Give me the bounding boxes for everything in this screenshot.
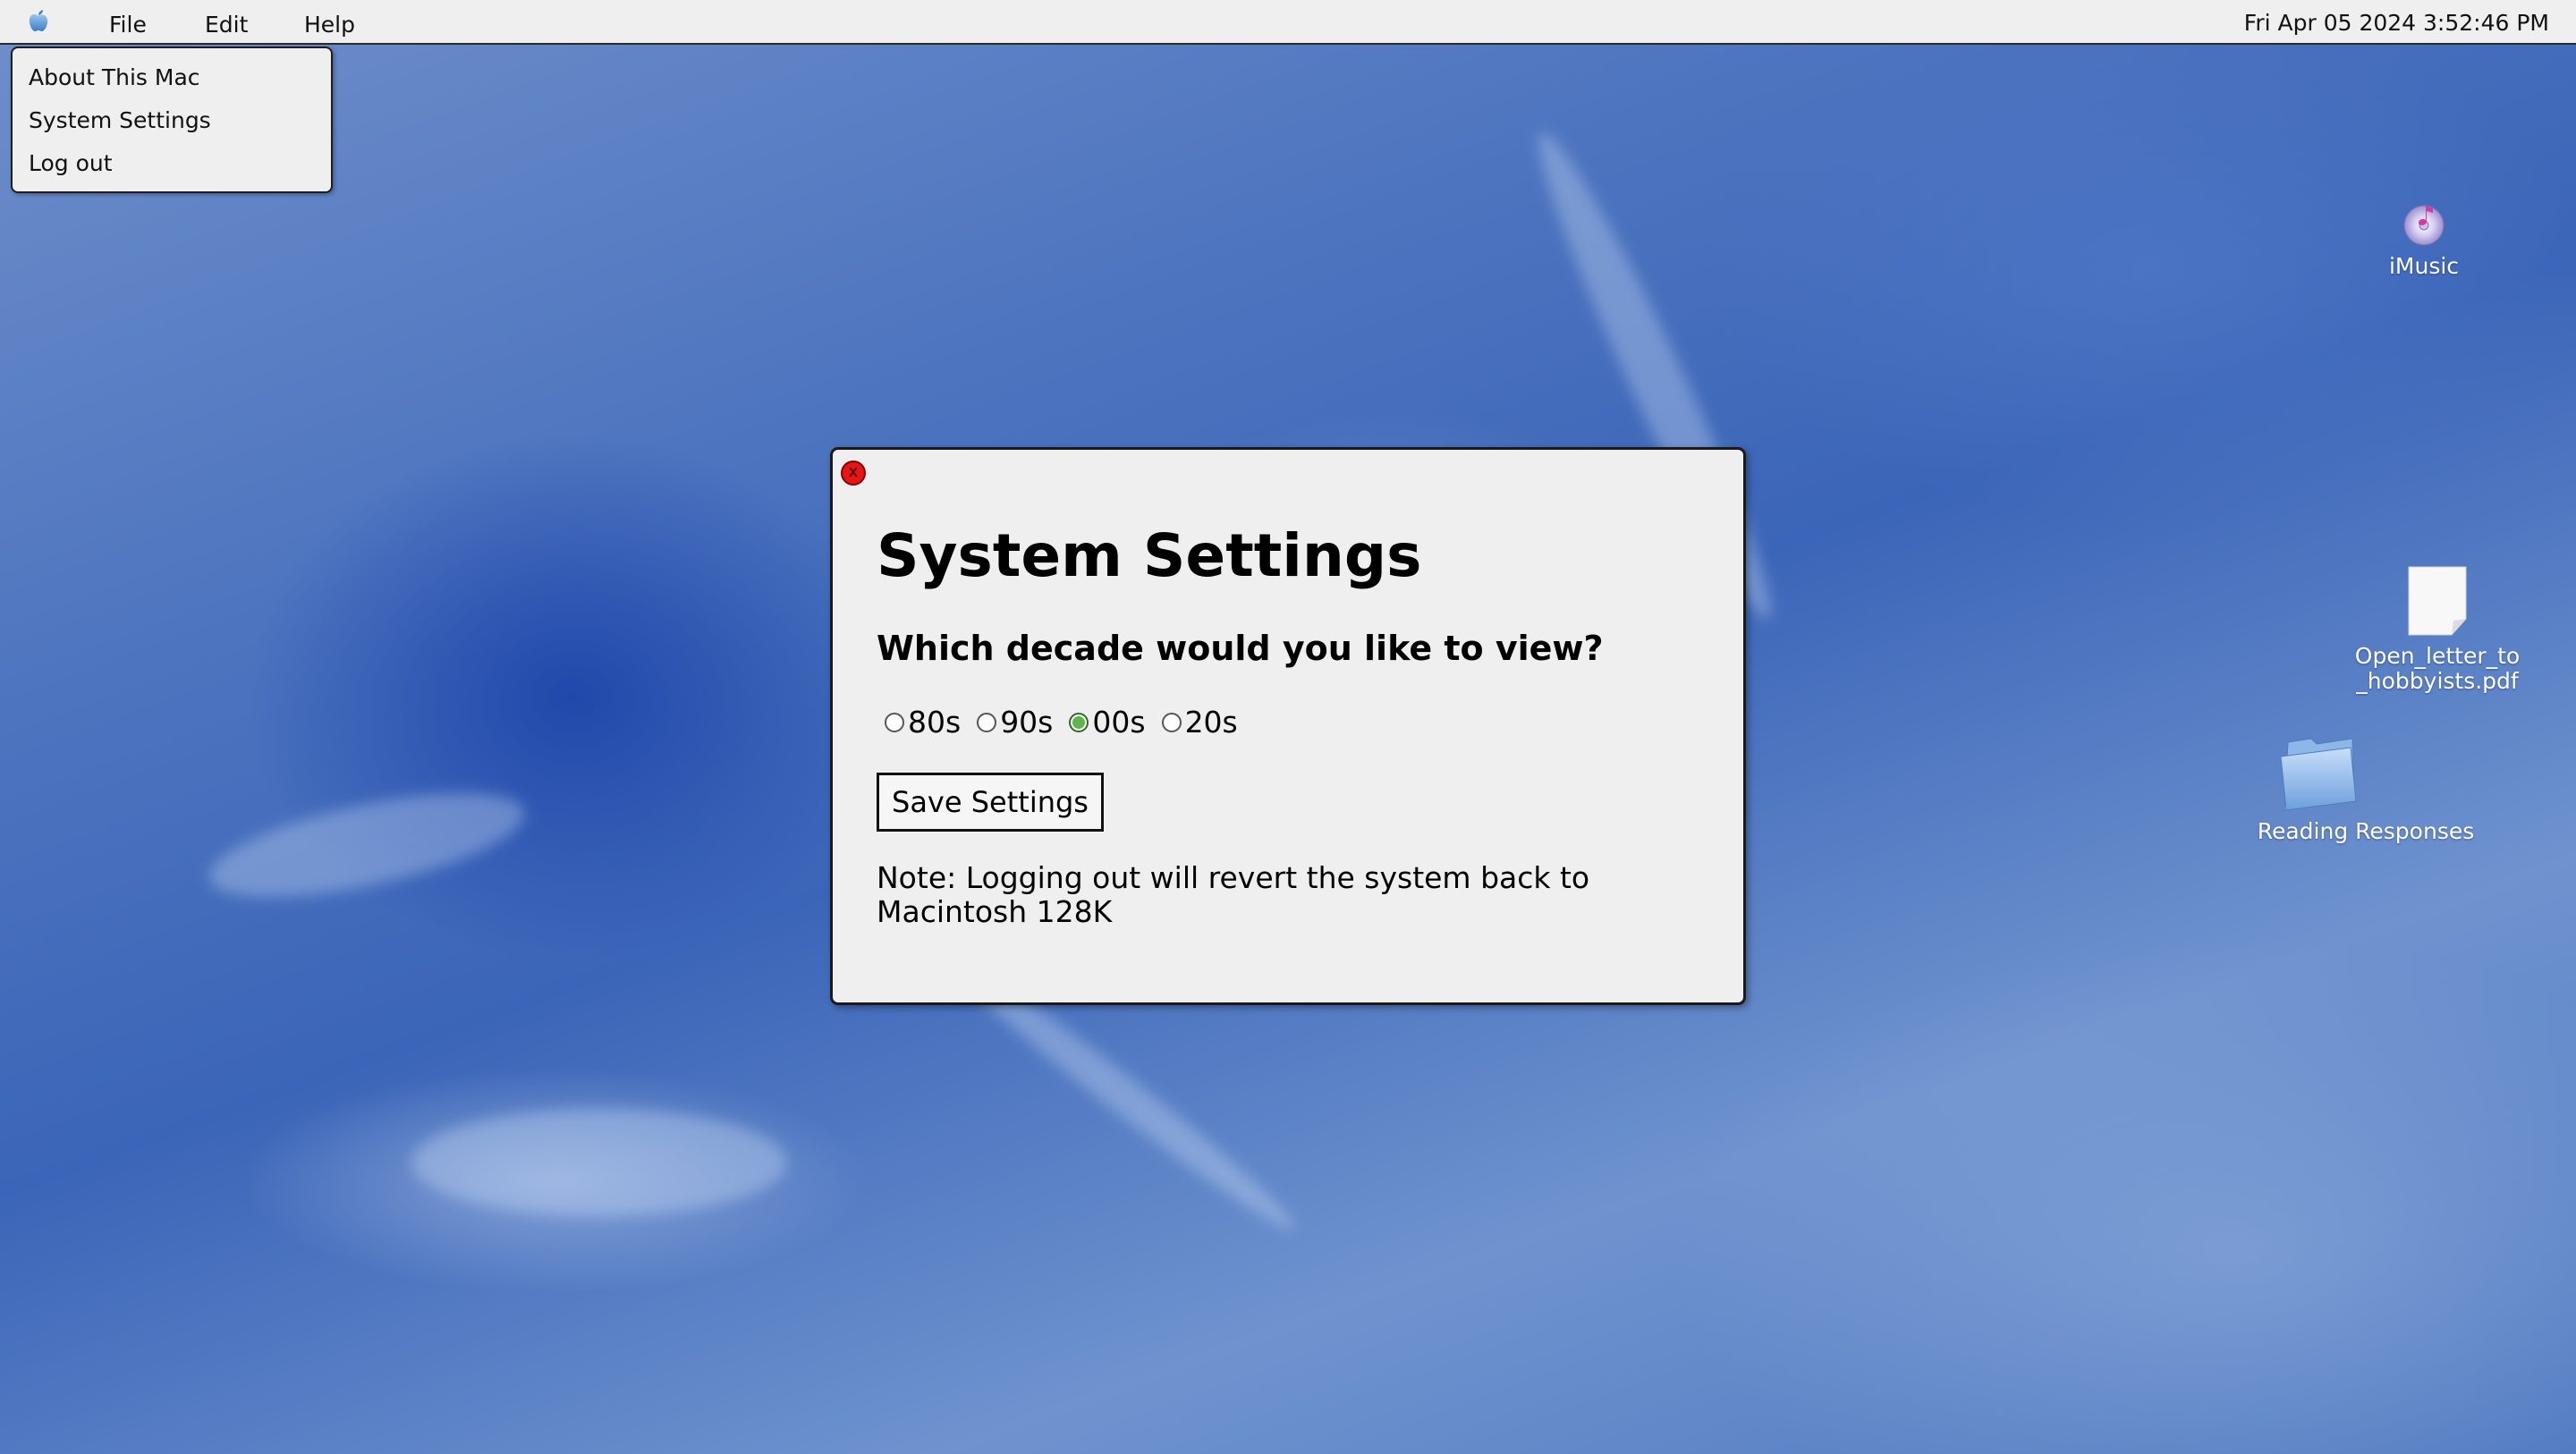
- radio-button[interactable]: [977, 712, 997, 732]
- desktop-icon-label-line1: Open_letter_to: [2354, 643, 2521, 669]
- save-settings-button[interactable]: Save Settings: [877, 773, 1104, 832]
- desktop-icon-label-line2: _hobbyists.pdf: [2356, 668, 2519, 694]
- music-cd-icon: [2403, 205, 2445, 246]
- folder-icon: [2280, 738, 2357, 811]
- decade-question: Which decade would you like to view?: [877, 629, 1604, 668]
- radio-option-20s[interactable]: 20s: [1161, 705, 1238, 740]
- radio-button[interactable]: [1161, 712, 1182, 732]
- menu-clock: Fri Apr 05 2024 3:52:46 PM: [2243, 10, 2549, 36]
- desktop-icon-folder[interactable]: Reading Responses: [2254, 735, 2478, 844]
- dialog-title: System Settings: [877, 521, 1422, 590]
- desktop-icon-label: iMusic: [2388, 253, 2460, 279]
- desktop-icon-pdf[interactable]: Open_letter_to _hobbyists.pdf: [2343, 565, 2531, 694]
- radio-option-00s[interactable]: 00s: [1069, 705, 1146, 740]
- system-settings-dialog: x System Settings Which decade would you…: [830, 447, 1746, 1005]
- desktop-icon-imusic[interactable]: iMusic: [2370, 199, 2478, 279]
- logout-note: Note: Logging out will revert the system…: [877, 860, 1590, 929]
- document-icon: [2408, 566, 2467, 636]
- menu-item-log-out[interactable]: Log out: [29, 150, 113, 176]
- radio-button-selected[interactable]: [1069, 712, 1089, 732]
- radio-label: 90s: [1000, 705, 1054, 740]
- menu-item-about[interactable]: About This Mac: [29, 64, 200, 90]
- close-button[interactable]: x: [841, 461, 866, 486]
- radio-label: 00s: [1092, 705, 1146, 740]
- radio-label: 20s: [1184, 705, 1238, 740]
- menu-file[interactable]: File: [109, 12, 147, 38]
- menu-help[interactable]: Help: [304, 12, 355, 38]
- radio-label: 80s: [908, 705, 962, 740]
- decade-radio-group: 80s 90s 00s 20s: [885, 705, 1254, 740]
- desktop-icon-label: Reading Responses: [2257, 818, 2475, 844]
- radio-button[interactable]: [885, 712, 904, 732]
- menu-bar: File Edit Help Fri Apr 05 2024 3:52:46 P…: [0, 0, 2576, 45]
- radio-option-90s[interactable]: 90s: [977, 705, 1053, 740]
- menu-edit[interactable]: Edit: [205, 12, 248, 38]
- radio-option-80s[interactable]: 80s: [885, 705, 961, 740]
- menu-item-system-settings[interactable]: System Settings: [29, 107, 211, 133]
- apple-logo-icon[interactable]: [27, 9, 50, 34]
- apple-menu-dropdown: About This Mac System Settings Log out: [11, 46, 333, 193]
